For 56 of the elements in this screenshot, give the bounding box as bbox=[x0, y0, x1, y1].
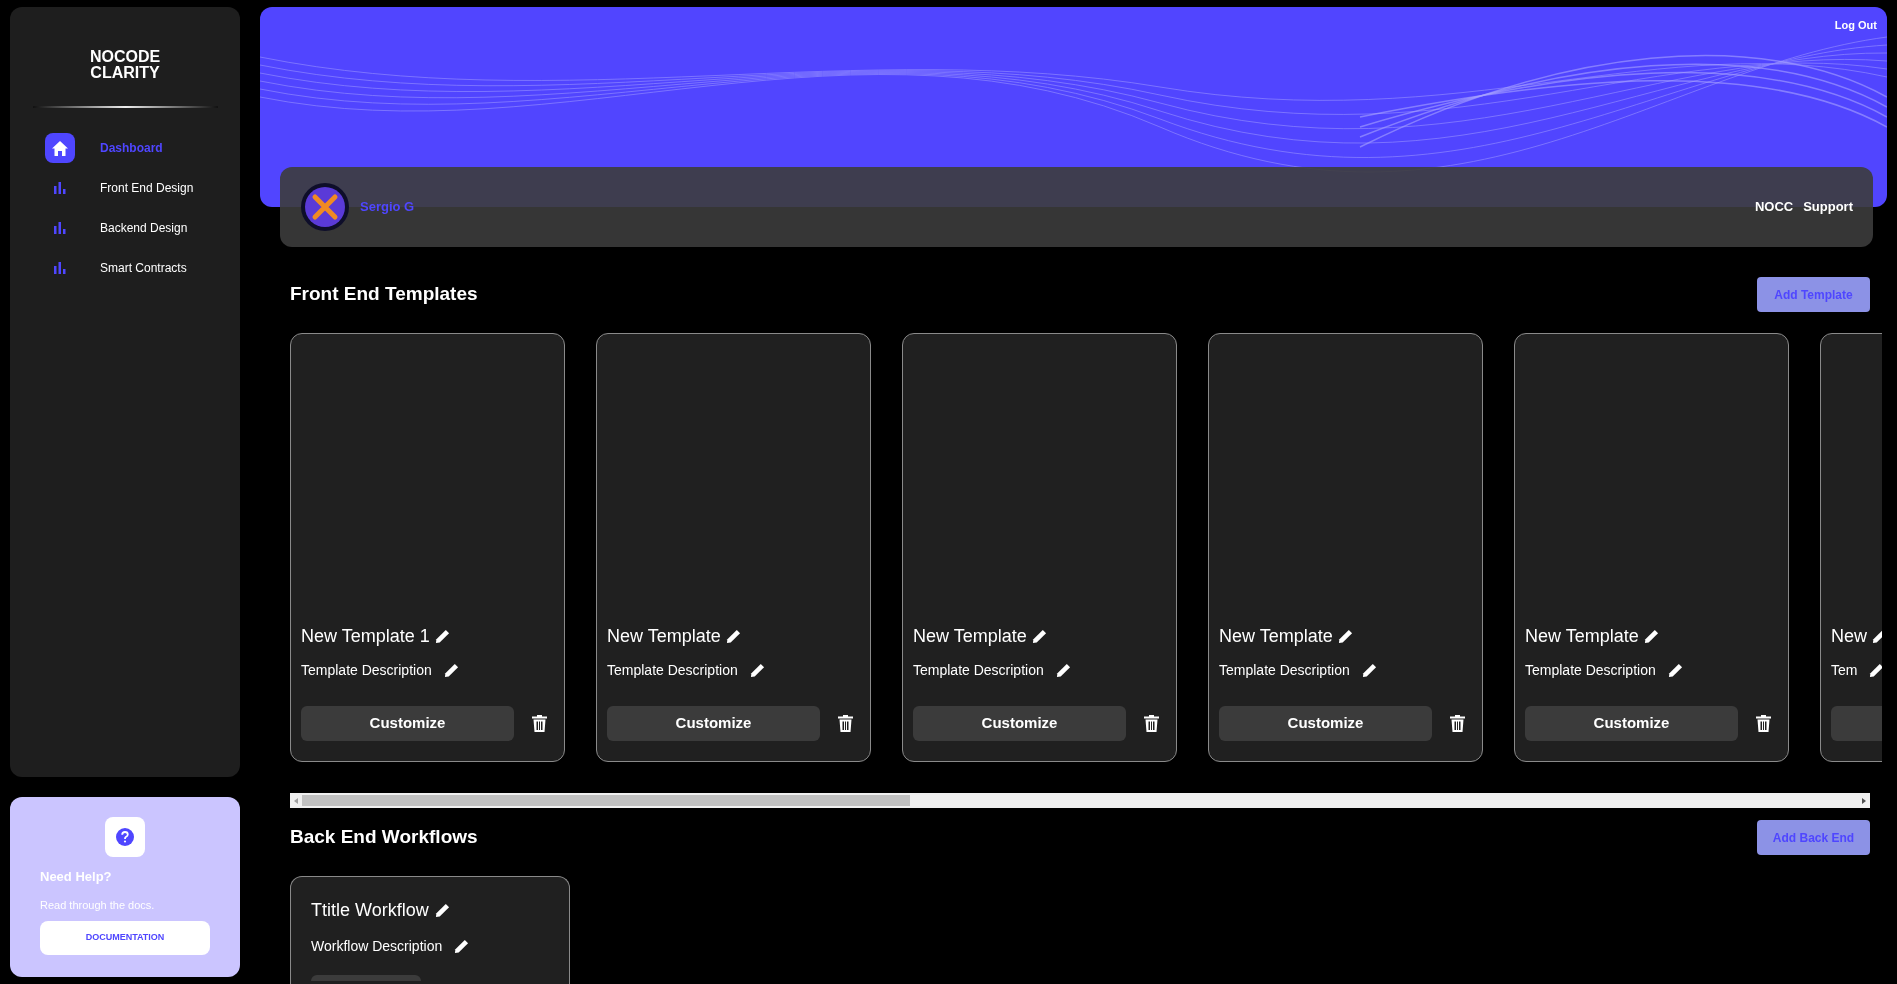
trash-icon[interactable] bbox=[1756, 715, 1771, 732]
header-link[interactable]: NOCC bbox=[1754, 197, 1794, 217]
home-icon bbox=[52, 140, 68, 156]
template-title: New Template bbox=[607, 625, 721, 648]
nav-item[interactable]: Front End Design bbox=[45, 168, 240, 208]
pencil-icon[interactable] bbox=[434, 903, 450, 918]
customize-button[interactable]: Customize bbox=[1219, 706, 1432, 741]
logo-text: NOCODE CLARITY bbox=[89, 49, 161, 81]
trash-icon[interactable] bbox=[838, 715, 853, 732]
template-description: Template Description bbox=[607, 661, 738, 680]
logout-link[interactable]: Log Out bbox=[1834, 17, 1877, 34]
avatar-icon bbox=[300, 182, 350, 232]
question-icon bbox=[116, 828, 134, 846]
template-description: Template Description bbox=[1525, 661, 1656, 680]
template-title: New Template bbox=[913, 625, 1027, 648]
user-name: Sergio G bbox=[360, 198, 415, 217]
trash-icon[interactable] bbox=[1450, 715, 1465, 732]
workflow-description: Workflow Description bbox=[311, 937, 443, 956]
pencil-icon[interactable] bbox=[1337, 629, 1353, 644]
customize-button[interactable]: Customize bbox=[301, 706, 514, 741]
bar-chart-icon bbox=[54, 182, 66, 194]
help-title: Need Help? bbox=[40, 868, 113, 886]
pencil-icon[interactable] bbox=[749, 663, 765, 678]
template-title: New Template bbox=[1219, 625, 1333, 648]
pencil-icon[interactable] bbox=[1869, 663, 1882, 678]
scrollbar[interactable] bbox=[290, 793, 1870, 808]
section-title: Back End Workflows bbox=[290, 825, 478, 850]
customize-button[interactable]: Customize bbox=[913, 706, 1126, 741]
pencil-icon[interactable] bbox=[1361, 663, 1377, 678]
template-description: Template Description bbox=[913, 661, 1044, 680]
trash-icon[interactable] bbox=[1144, 715, 1159, 732]
customize-button[interactable]: Customize bbox=[1525, 706, 1738, 741]
template-description: Tem bbox=[1831, 661, 1858, 680]
pencil-icon[interactable] bbox=[1643, 629, 1659, 644]
documentation-button[interactable]: DOCUMENTATION bbox=[40, 921, 210, 955]
pencil-icon[interactable] bbox=[454, 939, 470, 954]
customize-button[interactable]: Customize bbox=[607, 706, 820, 741]
pencil-icon[interactable] bbox=[443, 663, 459, 678]
workflow-title: Ttitle Workflow bbox=[311, 899, 429, 922]
nav-item[interactable]: Smart Contracts bbox=[45, 248, 240, 288]
template-description: Template Description bbox=[301, 661, 432, 680]
header-link[interactable]: Support bbox=[1803, 197, 1853, 217]
trash-icon[interactable] bbox=[532, 715, 547, 732]
pencil-icon[interactable] bbox=[434, 629, 450, 644]
section-title: Front End Templates bbox=[290, 282, 478, 307]
bar-chart-icon bbox=[54, 222, 66, 234]
template-title: New Template 1 bbox=[301, 625, 430, 648]
pencil-icon[interactable] bbox=[1055, 663, 1071, 678]
bar-chart-icon bbox=[54, 262, 66, 274]
pencil-icon[interactable] bbox=[1667, 663, 1683, 678]
template-description: Template Description bbox=[1219, 661, 1350, 680]
template-title: New bbox=[1831, 625, 1867, 648]
nav-item[interactable]: Backend Design bbox=[45, 208, 240, 248]
pencil-icon[interactable] bbox=[1031, 629, 1047, 644]
template-title: New Template bbox=[1525, 625, 1639, 648]
pencil-icon[interactable] bbox=[725, 629, 741, 644]
